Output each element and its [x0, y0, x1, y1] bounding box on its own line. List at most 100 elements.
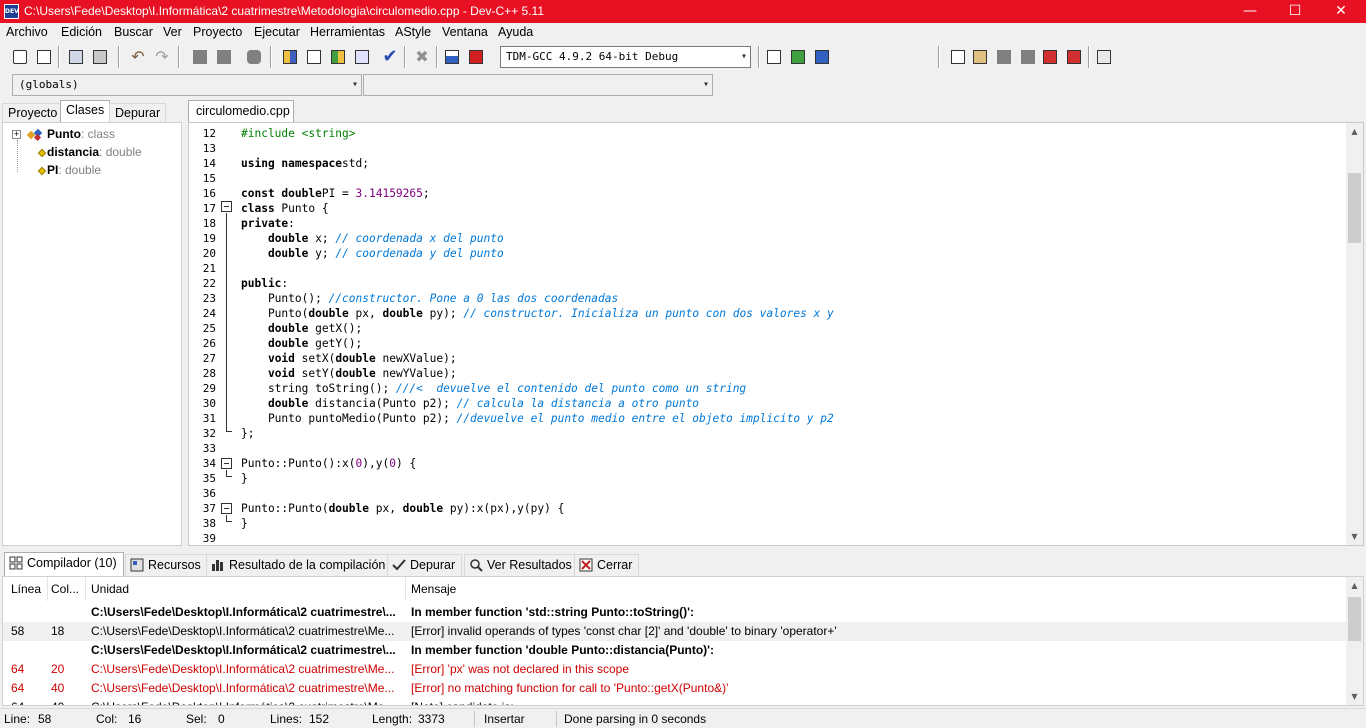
code-line[interactable]: const doublePI = 3.14159265; [241, 186, 430, 201]
new-member-icon[interactable] [970, 47, 990, 67]
indent-icon[interactable] [190, 47, 210, 67]
save-all-icon[interactable] [90, 47, 110, 67]
undo-icon[interactable]: ↶ [128, 47, 148, 67]
code-line[interactable]: string toString(); ///< devuelve el cont… [241, 381, 746, 396]
code-line[interactable]: Punto::Punto(double px, double py):x(px)… [241, 501, 564, 516]
tree-item-distancia[interactable]: distancia: double [3, 144, 181, 162]
devcpp-app-icon[interactable]: DEV [4, 4, 19, 19]
menu-ejecutar[interactable]: Ejecutar [254, 25, 300, 39]
code-line[interactable]: void setX(double newXValue); [241, 351, 457, 366]
code-line[interactable]: double y; // coordenada y del punto [241, 246, 504, 261]
menu-ventana[interactable]: Ventana [442, 25, 488, 39]
messages-scrollbar[interactable]: ▲ ▼ [1346, 577, 1363, 705]
code-line[interactable]: }; [241, 426, 254, 441]
tab-clases[interactable]: Clases [60, 100, 111, 122]
line-number[interactable]: 16 [189, 186, 216, 201]
line-number[interactable]: 34 [189, 456, 216, 471]
tree-item-pi[interactable]: PI: double [3, 162, 181, 180]
redo-icon[interactable]: ↷ [152, 47, 172, 67]
add-bookmark-icon[interactable] [788, 47, 808, 67]
message-row[interactable]: C:\Users\Fede\Desktop\I.Informática\2 cu… [3, 603, 1347, 622]
message-row[interactable]: C:\Users\Fede\Desktop\I.Informática\2 cu… [3, 641, 1347, 660]
line-number[interactable]: 12 [189, 126, 216, 141]
run-icon[interactable] [304, 47, 324, 67]
line-number[interactable]: 14 [189, 156, 216, 171]
code-line[interactable]: Punto puntoMedio(Punto p2); //devuelve e… [241, 411, 834, 426]
line-number[interactable]: 25 [189, 321, 216, 336]
line-number[interactable]: 39 [189, 531, 216, 545]
scroll-down-icon[interactable]: ▼ [1346, 688, 1363, 705]
new-project-icon[interactable] [10, 47, 30, 67]
tab-cerrar[interactable]: Cerrar [574, 554, 640, 576]
menu-proyecto[interactable]: Proyecto [193, 25, 242, 39]
tree-item-punto[interactable]: + Punto: class [3, 126, 181, 144]
save-icon[interactable] [66, 47, 86, 67]
line-number[interactable]: 15 [189, 171, 216, 186]
scroll-thumb[interactable] [1348, 597, 1361, 641]
tab-recursos[interactable]: Recursos [125, 554, 208, 576]
message-row[interactable]: 64 20 C:\Users\Fede\Desktop\I.Informática\… [3, 660, 1347, 679]
scroll-down-icon[interactable]: ▼ [1346, 528, 1363, 545]
tab-compilador[interactable]: Compilador (10) [4, 552, 124, 576]
scope-select[interactable]: (globals) ▾ [12, 74, 362, 96]
goto-icon[interactable] [764, 47, 784, 67]
delete-icon[interactable] [1040, 47, 1060, 67]
tab-proyecto[interactable]: Proyecto [2, 103, 64, 122]
menu-ver[interactable]: Ver [163, 25, 182, 39]
line-number[interactable]: 36 [189, 486, 216, 501]
open-icon[interactable] [34, 47, 54, 67]
code-line[interactable]: void setY(double newYValue); [241, 366, 457, 381]
symbol-select[interactable]: ▾ [363, 74, 713, 96]
code-line[interactable]: #include <string> [241, 126, 356, 141]
line-number[interactable]: 22 [189, 276, 216, 291]
line-number[interactable]: 32 [189, 426, 216, 441]
expand-icon[interactable]: + [12, 130, 21, 139]
bookmark-icon[interactable] [812, 47, 832, 67]
line-number[interactable]: 33 [189, 441, 216, 456]
delete-all-icon[interactable] [1064, 47, 1084, 67]
tab-depurar-bottom[interactable]: Depurar [387, 554, 463, 576]
code-line[interactable]: double x; // coordenada x del punto [241, 231, 504, 246]
code-line[interactable]: double getX(); [241, 321, 362, 336]
fold-toggle-icon[interactable] [221, 503, 232, 514]
code-line[interactable]: using namespacestd; [241, 156, 369, 171]
profile-icon[interactable] [442, 47, 462, 67]
compiler-select[interactable]: TDM-GCC 4.9.2 64-bit Debug ▾ [500, 46, 751, 68]
line-number[interactable]: 13 [189, 141, 216, 156]
print-icon[interactable] [1094, 47, 1114, 67]
line-number[interactable]: 23 [189, 291, 216, 306]
column-header-linea[interactable]: Línea [11, 582, 41, 596]
code-line[interactable]: public: [241, 276, 288, 291]
column-header-columna[interactable]: Col... [51, 582, 79, 596]
menu-archivo[interactable]: Archivo [6, 25, 48, 39]
close-button[interactable]: ✕ [1318, 0, 1364, 23]
line-number[interactable]: 27 [189, 351, 216, 366]
scroll-thumb[interactable] [1348, 173, 1361, 243]
toggle-comment-icon[interactable] [244, 47, 264, 67]
tab-ver-resultados[interactable]: Ver Resultados [464, 554, 579, 576]
line-number[interactable]: 21 [189, 261, 216, 276]
line-number[interactable]: 31 [189, 411, 216, 426]
unindent-icon[interactable] [214, 47, 234, 67]
code-line[interactable]: double getY(); [241, 336, 362, 351]
scroll-up-icon[interactable]: ▲ [1346, 577, 1363, 594]
code-line[interactable]: Punto(double px, double py); // construc… [241, 306, 834, 321]
tab-circulomedio-cpp[interactable]: circulomedio.cpp [188, 100, 294, 123]
compile-icon[interactable] [280, 47, 300, 67]
line-number[interactable]: 28 [189, 366, 216, 381]
new-variable-icon[interactable] [994, 47, 1014, 67]
delete-profile-icon[interactable] [466, 47, 486, 67]
menu-buscar[interactable]: Buscar [114, 25, 153, 39]
line-number[interactable]: 30 [189, 396, 216, 411]
menu-herramientas[interactable]: Herramientas [310, 25, 385, 39]
tab-resultado-compilacion[interactable]: Resultado de la compilación [206, 554, 393, 576]
line-number[interactable]: 38 [189, 516, 216, 531]
line-number[interactable]: 18 [189, 216, 216, 231]
tab-depurar[interactable]: Depurar [109, 103, 167, 122]
line-number[interactable]: 35 [189, 471, 216, 486]
new-class-icon[interactable] [948, 47, 968, 67]
code-line[interactable]: } [241, 471, 248, 486]
message-row[interactable]: 64 40 C:\Users\Fede\Desktop\I.Informática\… [3, 679, 1347, 698]
code-line[interactable]: private: [241, 216, 295, 231]
menu-edicion[interactable]: Edición [61, 25, 102, 39]
